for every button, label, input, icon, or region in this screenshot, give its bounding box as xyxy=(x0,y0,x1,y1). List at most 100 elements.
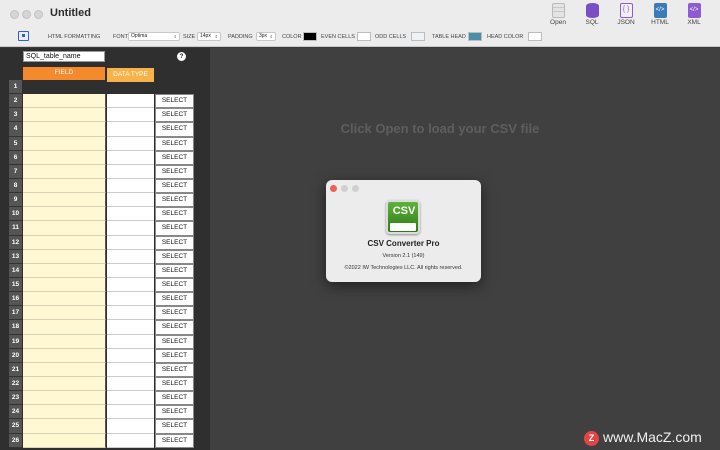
data-type-select-button[interactable]: SELECT xyxy=(155,122,194,137)
data-type-cell[interactable] xyxy=(107,193,154,208)
size-select[interactable]: 14px ⇕ xyxy=(197,32,221,41)
data-type-select-button[interactable]: SELECT xyxy=(155,221,194,236)
close-window-button[interactable] xyxy=(10,10,19,19)
field-name-cell[interactable] xyxy=(23,320,106,335)
data-type-cell[interactable] xyxy=(107,419,154,434)
data-type-cell[interactable] xyxy=(107,376,154,392)
html-format-toggle-icon[interactable] xyxy=(18,31,29,41)
data-type-cell[interactable] xyxy=(107,108,154,123)
html-button[interactable]: </> HTML xyxy=(643,3,677,29)
json-button[interactable]: { } JSON xyxy=(609,3,643,29)
data-type-cell[interactable] xyxy=(107,433,154,448)
font-select[interactable]: Optima ⇕ xyxy=(128,32,180,41)
field-name-cell[interactable] xyxy=(23,334,106,349)
data-type-select-button[interactable]: SELECT xyxy=(155,235,194,250)
data-type-cell[interactable] xyxy=(107,207,154,222)
row-number: 11 xyxy=(9,221,22,236)
padding-select[interactable]: 3px ⇕ xyxy=(256,32,276,41)
title-bar: Untitled Open SQL { } JSON </> HTML </> … xyxy=(0,0,720,28)
field-name-cell[interactable] xyxy=(23,391,106,406)
data-type-select-button[interactable]: SELECT xyxy=(155,263,194,278)
field-name-cell[interactable] xyxy=(23,150,106,165)
data-type-cell[interactable] xyxy=(107,136,154,151)
help-icon[interactable]: ? xyxy=(177,52,186,61)
data-type-select-button[interactable]: SELECT xyxy=(155,320,194,335)
zoom-window-button[interactable] xyxy=(34,10,43,19)
field-name-cell[interactable] xyxy=(23,94,106,109)
field-name-cell[interactable] xyxy=(23,277,106,293)
sql-button[interactable]: SQL xyxy=(575,3,609,29)
data-type-cell[interactable] xyxy=(107,292,154,307)
head-color-swatch[interactable] xyxy=(528,32,542,41)
field-name-cell[interactable] xyxy=(23,362,106,377)
text-color-swatch[interactable] xyxy=(303,32,317,41)
data-type-select-button[interactable]: SELECT xyxy=(155,164,194,179)
data-type-cell[interactable] xyxy=(107,277,154,293)
table-name-input[interactable]: SQL_table_name xyxy=(23,51,105,62)
minimize-window-button[interactable] xyxy=(22,10,31,19)
data-type-select-button[interactable]: SELECT xyxy=(155,376,194,392)
field-name-cell[interactable] xyxy=(23,108,106,123)
data-type-select-button[interactable]: SELECT xyxy=(155,334,194,349)
table-head-swatch[interactable] xyxy=(468,32,482,41)
data-type-select-button[interactable]: SELECT xyxy=(155,391,194,406)
data-type-cell[interactable] xyxy=(107,320,154,335)
data-type-select-button[interactable]: SELECT xyxy=(155,277,194,293)
field-name-cell[interactable] xyxy=(23,178,106,194)
field-name-cell[interactable] xyxy=(23,376,106,392)
field-name-cell[interactable] xyxy=(23,306,106,321)
field-name-cell[interactable] xyxy=(23,221,106,236)
data-type-select-button[interactable]: SELECT xyxy=(155,150,194,165)
field-name-cell[interactable] xyxy=(23,348,106,363)
field-name-cell[interactable] xyxy=(23,164,106,179)
data-type-cell[interactable] xyxy=(107,164,154,179)
data-type-cell[interactable] xyxy=(107,306,154,321)
row-number: 3 xyxy=(9,108,22,123)
head-color-label: HEAD COLOR xyxy=(487,34,524,40)
data-type-select-button[interactable]: SELECT xyxy=(155,348,194,363)
field-name-cell[interactable] xyxy=(23,235,106,250)
field-name-cell[interactable] xyxy=(23,433,106,448)
table-row: 5 SELECT xyxy=(9,136,199,151)
data-type-cell[interactable] xyxy=(107,391,154,406)
data-type-select-button[interactable]: SELECT xyxy=(155,249,194,264)
field-name-cell[interactable] xyxy=(23,207,106,222)
open-button[interactable]: Open xyxy=(541,3,575,29)
data-type-cell[interactable] xyxy=(107,122,154,137)
field-name-cell[interactable] xyxy=(23,122,106,137)
data-type-cell[interactable] xyxy=(107,263,154,278)
data-type-select-button[interactable]: SELECT xyxy=(155,419,194,434)
data-type-select-button[interactable]: SELECT xyxy=(155,108,194,123)
even-cells-swatch[interactable] xyxy=(357,32,371,41)
field-name-cell[interactable] xyxy=(23,292,106,307)
data-type-cell[interactable] xyxy=(107,235,154,250)
data-type-select-button[interactable]: SELECT xyxy=(155,193,194,208)
data-type-select-button[interactable]: SELECT xyxy=(155,292,194,307)
field-name-cell[interactable] xyxy=(23,263,106,278)
data-type-cell[interactable] xyxy=(107,94,154,109)
data-type-select-button[interactable]: SELECT xyxy=(155,405,194,420)
data-type-cell[interactable] xyxy=(107,150,154,165)
data-type-select-button[interactable]: SELECT xyxy=(155,433,194,448)
data-type-cell[interactable] xyxy=(107,362,154,377)
data-type-cell[interactable] xyxy=(107,249,154,264)
data-type-cell[interactable] xyxy=(107,405,154,420)
field-name-cell[interactable] xyxy=(23,405,106,420)
data-type-select-button[interactable]: SELECT xyxy=(155,94,194,109)
field-name-cell[interactable] xyxy=(23,249,106,264)
data-type-select-button[interactable]: SELECT xyxy=(155,178,194,194)
data-type-cell[interactable] xyxy=(107,221,154,236)
data-type-select-button[interactable]: SELECT xyxy=(155,362,194,377)
xml-button[interactable]: </> XML xyxy=(677,3,711,29)
data-type-cell[interactable] xyxy=(107,334,154,349)
field-name-cell[interactable] xyxy=(23,419,106,434)
data-type-select-button[interactable]: SELECT xyxy=(155,136,194,151)
data-type-select-button[interactable]: SELECT xyxy=(155,306,194,321)
close-dialog-button[interactable] xyxy=(330,185,337,192)
data-type-cell[interactable] xyxy=(107,178,154,194)
odd-cells-swatch[interactable] xyxy=(411,32,425,41)
data-type-cell[interactable] xyxy=(107,348,154,363)
field-name-cell[interactable] xyxy=(23,136,106,151)
field-name-cell[interactable] xyxy=(23,193,106,208)
data-type-select-button[interactable]: SELECT xyxy=(155,207,194,222)
